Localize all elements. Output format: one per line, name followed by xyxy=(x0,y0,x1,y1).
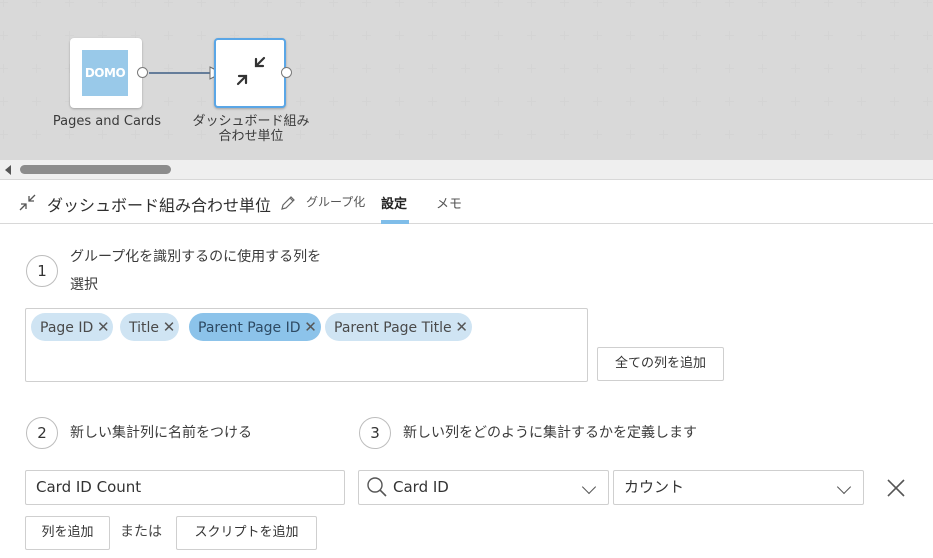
remove-row-icon[interactable] xyxy=(885,477,907,499)
output-port[interactable] xyxy=(281,67,292,78)
column-chip[interactable]: Title ✕ xyxy=(120,313,180,341)
select-value: Card ID xyxy=(393,478,449,496)
or-text: または xyxy=(120,524,162,540)
aggregation-select[interactable]: カウント xyxy=(613,470,864,505)
remove-chip-icon[interactable]: ✕ xyxy=(93,313,113,341)
step-description: 新しい列をどのように集計するかを定義します xyxy=(403,425,697,441)
pencil-icon[interactable] xyxy=(279,194,297,212)
add-all-columns-button[interactable]: 全ての列を追加 xyxy=(597,347,724,381)
domo-logo-icon: DOMO xyxy=(82,50,128,96)
horizontal-scrollbar[interactable] xyxy=(0,160,933,179)
input-value: Card ID Count xyxy=(36,478,142,496)
chevron-down-icon xyxy=(581,479,597,495)
node-pages-and-cards[interactable]: DOMO xyxy=(70,38,142,108)
step-description: グループ化を識別するのに使用する列を 選択 xyxy=(70,243,321,299)
add-script-button[interactable]: スクリプトを追加 xyxy=(176,516,317,550)
remove-chip-icon[interactable]: ✕ xyxy=(452,313,472,341)
tab-group-by[interactable]: グループ化 xyxy=(306,193,365,210)
remove-chip-icon[interactable]: ✕ xyxy=(159,313,179,341)
step-number: 2 xyxy=(26,417,58,449)
add-column-button[interactable]: 列を追加 xyxy=(25,516,110,550)
node-label: Pages and Cards xyxy=(52,114,162,129)
node-label-line: ダッシュボード組み xyxy=(192,114,310,129)
tab-settings[interactable]: 設定 xyxy=(381,193,407,212)
column-chip[interactable]: Parent Page Title ✕ xyxy=(325,313,472,341)
column-chip[interactable]: Parent Page ID ✕ xyxy=(189,313,321,341)
output-port[interactable] xyxy=(137,67,148,78)
node-label-line: 合わせ単位 xyxy=(218,129,284,144)
scroll-left-icon[interactable] xyxy=(5,165,11,175)
column-select[interactable]: Card ID xyxy=(358,470,609,505)
step-number: 1 xyxy=(26,255,58,287)
select-value: カウント xyxy=(624,478,685,496)
node-group-by[interactable] xyxy=(214,38,286,108)
search-icon xyxy=(367,477,387,497)
remove-chip-icon[interactable]: ✕ xyxy=(301,313,321,341)
panel-title: ダッシュボード組み合わせ単位 xyxy=(47,196,272,215)
chip-label: Parent Page ID xyxy=(198,320,301,336)
step-number: 3 xyxy=(359,417,391,449)
new-column-name-input[interactable]: Card ID Count xyxy=(25,470,345,505)
step-description: 新しい集計列に名前をつける xyxy=(70,425,252,441)
chevron-down-icon xyxy=(836,479,852,495)
step-text-line: 選択 xyxy=(70,277,98,293)
tab-notes[interactable]: メモ xyxy=(436,193,462,212)
chip-label: Title xyxy=(129,320,160,336)
chip-label: Page ID xyxy=(40,320,94,336)
collapse-arrows-icon xyxy=(236,56,266,86)
collapse-arrows-icon xyxy=(19,194,36,211)
etl-canvas[interactable]: DOMO Pages and Cards ダッシュボード組み 合わせ単位 xyxy=(0,0,933,160)
column-chip[interactable]: Page ID ✕ xyxy=(31,313,114,341)
panel-header: ダッシュボード組み合わせ単位 グループ化 設定 メモ xyxy=(0,179,933,224)
scrollbar-thumb[interactable] xyxy=(20,165,171,174)
chip-label: Parent Page Title xyxy=(334,320,452,336)
step-text-line: グループ化を識別するのに使用する列を xyxy=(70,249,322,265)
node-label: ダッシュボード組み 合わせ単位 xyxy=(186,114,316,144)
active-tab-indicator xyxy=(381,220,409,224)
